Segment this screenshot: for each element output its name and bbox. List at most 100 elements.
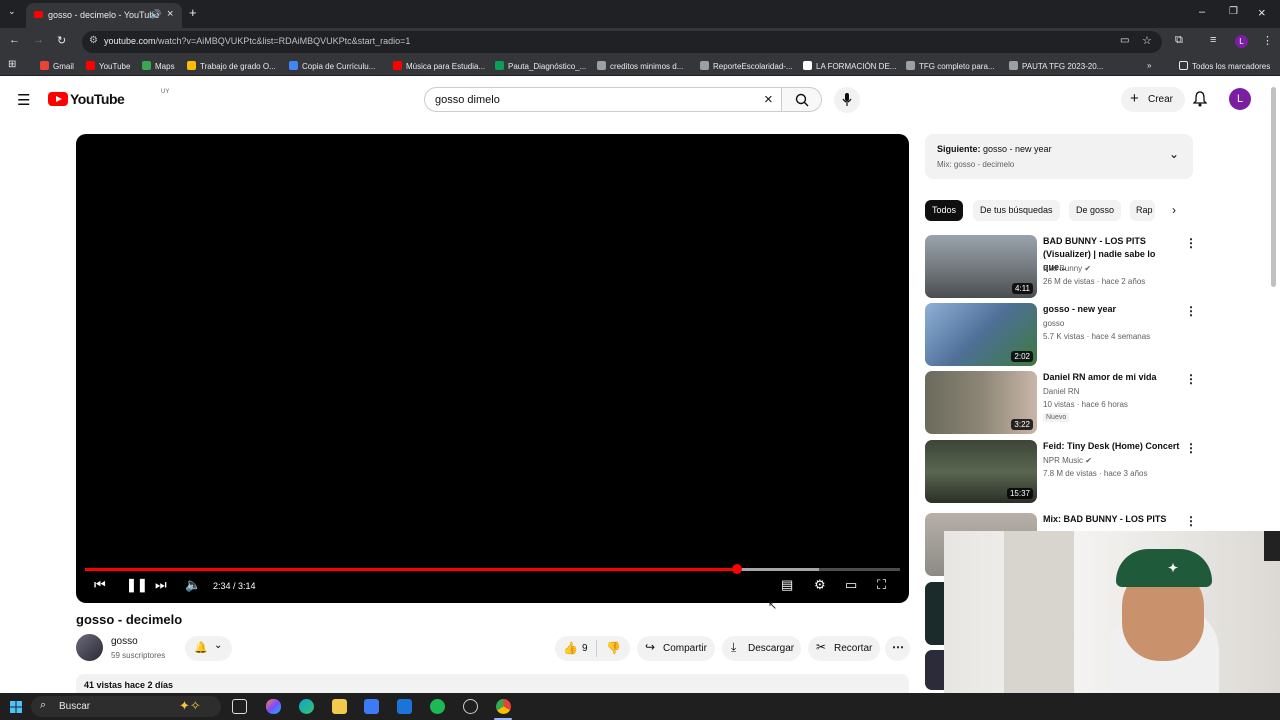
taskbar-search[interactable]: ⌕ Buscar ✦✧	[31, 696, 221, 717]
rec-title[interactable]: Feid: Tiny Desk (Home) Concert	[1043, 440, 1181, 453]
address-bar[interactable]: ⚙ youtube.com/watch?v=AiMBQVUKPtc&list=R…	[82, 31, 1162, 53]
more-vertical-icon[interactable]: ⋮	[1185, 514, 1197, 528]
reading-list-icon[interactable]: ≡	[1210, 34, 1216, 46]
rec-channel[interactable]: gosso	[1043, 319, 1064, 328]
file-explorer-icon[interactable]	[332, 699, 347, 714]
rec-title[interactable]: Daniel RN amor de mi vida	[1043, 371, 1181, 384]
settings-gear-icon[interactable]: ⚙	[814, 577, 826, 593]
video-thumbnail[interactable]: 3:22	[925, 371, 1037, 434]
previous-icon[interactable]: ⏮	[94, 577, 106, 593]
notifications-bell-icon[interactable]	[1193, 91, 1207, 107]
account-avatar[interactable]: L	[1229, 88, 1251, 110]
next-icon[interactable]: ⏭	[155, 577, 167, 593]
window-close-icon[interactable]: ×	[1258, 5, 1266, 20]
subscription-notifications-button[interactable]: 🔔 ⌄	[185, 636, 232, 661]
restore-icon[interactable]: ❐	[1229, 6, 1238, 17]
edge-browser-icon[interactable]	[299, 699, 314, 714]
more-actions-button[interactable]: ⋯	[885, 636, 910, 661]
back-icon[interactable]: ←	[9, 34, 20, 46]
video-thumbnail[interactable]: 15:37	[925, 440, 1037, 503]
rec-channel[interactable]: Bad Bunny ✔	[1043, 264, 1091, 273]
bookmark-item[interactable]: creditos minimos d...	[597, 61, 683, 71]
bookmark-item[interactable]: Música para Estudia...	[393, 61, 485, 71]
video-player[interactable]: ⏮ ❚❚ ⏭ 🔈 2:34 / 3:14 ▤ ⚙ ▭ ⛶	[76, 134, 909, 603]
forward-icon[interactable]: →	[33, 34, 44, 46]
new-tab-icon[interactable]: +	[189, 5, 197, 20]
task-view-icon[interactable]	[232, 699, 247, 714]
outlook-icon[interactable]	[397, 699, 412, 714]
chrome-menu-icon[interactable]: ⋮	[1262, 34, 1273, 47]
bookmark-item[interactable]: Pauta_Diagnóstico_...	[495, 61, 586, 71]
all-bookmarks-folder[interactable]: Todos los marcadores	[1179, 61, 1270, 71]
chrome-icon[interactable]	[496, 699, 511, 714]
reload-icon[interactable]: ↻	[57, 34, 66, 47]
browser-tab-active[interactable]: gosso - decimelo - YouTube 🔊 ×	[26, 3, 182, 28]
tab-close-icon[interactable]: ×	[167, 8, 173, 20]
theater-mode-icon[interactable]: ▭	[845, 577, 857, 593]
apps-grid-icon[interactable]: ⊞	[8, 59, 16, 70]
windows-start-icon[interactable]	[10, 701, 22, 713]
search-button[interactable]	[781, 87, 822, 112]
microsoft-store-icon[interactable]	[364, 699, 379, 714]
video-thumbnail[interactable]	[925, 650, 945, 690]
extensions-icon[interactable]: ⧉	[1175, 34, 1183, 47]
bookmarks-overflow-icon[interactable]: »	[1147, 61, 1151, 70]
rec-title[interactable]: gosso - new year	[1043, 303, 1181, 316]
more-vertical-icon[interactable]: ⋮	[1185, 304, 1197, 318]
more-vertical-icon[interactable]: ⋮	[1185, 372, 1197, 386]
pause-icon[interactable]: ❚❚	[126, 577, 148, 593]
more-vertical-icon[interactable]: ⋮	[1185, 441, 1197, 455]
chip-all[interactable]: Todos	[925, 200, 964, 221]
up-next-panel[interactable]: Siguiente: gosso - new year Mix: gosso -…	[925, 134, 1193, 179]
search-input[interactable]: gosso dimelo ×	[424, 87, 782, 112]
bookmark-item[interactable]: ReporteEscolaridad-...	[700, 61, 793, 71]
bookmark-item[interactable]: LA FORMACIÓN DE...	[803, 61, 896, 71]
description-box[interactable]: 41 vistas hace 2 días	[76, 674, 909, 693]
subtitles-icon[interactable]: ▤	[781, 577, 793, 593]
bookmark-item[interactable]: Trabajo de grado O...	[187, 61, 276, 71]
cast-icon[interactable]: ▭	[1120, 35, 1129, 46]
more-vertical-icon[interactable]: ⋮	[1185, 236, 1197, 250]
minimize-icon[interactable]: –	[1199, 6, 1205, 18]
profile-avatar[interactable]: L	[1235, 35, 1248, 48]
bookmark-item[interactable]: TFG completo para...	[906, 61, 995, 71]
chip-rap[interactable]: Rap	[1130, 200, 1155, 221]
bookmark-item[interactable]: Copia de Currículu...	[289, 61, 375, 71]
site-info-icon[interactable]: ⚙	[89, 35, 98, 46]
bookmark-star-icon[interactable]: ☆	[1142, 34, 1152, 47]
spotify-icon[interactable]	[430, 699, 445, 714]
like-button[interactable]: 👍	[563, 641, 578, 655]
video-thumbnail[interactable]: 2:02	[925, 303, 1037, 366]
video-thumbnail[interactable]	[925, 582, 945, 645]
share-button[interactable]: ↪ Compartir	[637, 636, 715, 661]
list-item[interactable]: 3:22 Daniel RN amor de mi vida Daniel RN…	[925, 371, 1197, 435]
rec-title[interactable]: Mix: BAD BUNNY - LOS PITS	[1043, 513, 1181, 526]
clock-app-icon[interactable]	[463, 699, 478, 714]
volume-icon[interactable]: 🔈	[185, 577, 201, 593]
chip-from-searches[interactable]: De tus búsquedas	[973, 200, 1060, 221]
bookmark-item[interactable]: Maps	[142, 61, 175, 71]
chips-next-arrow-icon[interactable]: ›	[1172, 203, 1176, 217]
list-item[interactable]: 15:37 Feid: Tiny Desk (Home) Concert NPR…	[925, 440, 1197, 504]
list-item[interactable]: 4:11 BAD BUNNY - LOS PITS (Visualizer) |…	[925, 235, 1197, 299]
download-button[interactable]: ⤓ Descargar	[722, 636, 801, 661]
bookmark-item[interactable]: Gmail	[40, 61, 74, 71]
dislike-button[interactable]: 👎	[606, 641, 621, 655]
fullscreen-icon[interactable]: ⛶	[877, 577, 886, 593]
bookmark-item[interactable]: PAUTA TFG 2023-20...	[1009, 61, 1103, 71]
audio-playing-icon[interactable]: 🔊	[150, 9, 161, 20]
rec-channel[interactable]: Daniel RN	[1043, 387, 1079, 396]
rec-channel[interactable]: NPR Music ✔	[1043, 456, 1092, 465]
clip-button[interactable]: ✂ Recortar	[808, 636, 880, 661]
chip-from-gosso[interactable]: De gosso	[1069, 200, 1122, 221]
voice-search-button[interactable]	[834, 87, 860, 113]
page-scrollbar[interactable]	[1271, 87, 1276, 287]
tab-search-icon[interactable]: ⌄	[8, 6, 16, 17]
progress-bar[interactable]	[85, 564, 900, 574]
progress-scrubber-handle[interactable]	[732, 564, 742, 574]
hamburger-menu-icon[interactable]: ☰	[17, 91, 30, 109]
bookmark-item[interactable]: YouTube	[86, 61, 130, 71]
video-thumbnail[interactable]: 4:11	[925, 235, 1037, 298]
create-button[interactable]: + Crear	[1121, 87, 1185, 112]
copilot-icon[interactable]	[266, 699, 281, 714]
